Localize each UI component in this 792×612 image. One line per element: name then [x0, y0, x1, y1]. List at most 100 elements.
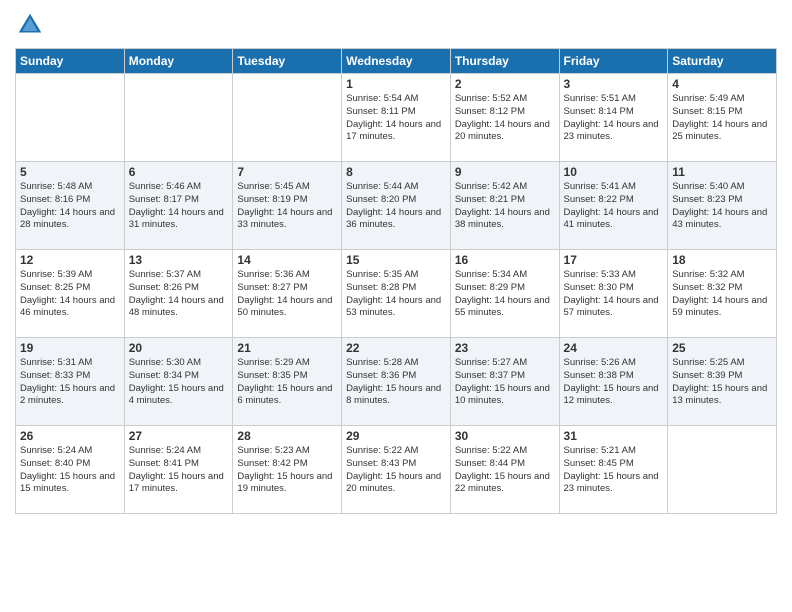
day-cell	[16, 74, 125, 162]
day-cell: 22 Sunrise: 5:28 AM Sunset: 8:36 PM Dayli…	[342, 338, 451, 426]
page: SundayMondayTuesdayWednesdayThursdayFrid…	[0, 0, 792, 612]
day-number: 21	[237, 341, 337, 355]
day-info: Sunrise: 5:32 AM Sunset: 8:32 PM Dayligh…	[672, 269, 772, 320]
day-info: Sunrise: 5:27 AM Sunset: 8:37 PM Dayligh…	[455, 357, 555, 408]
day-cell: 20 Sunrise: 5:30 AM Sunset: 8:34 PM Dayli…	[124, 338, 233, 426]
day-info: Sunrise: 5:48 AM Sunset: 8:16 PM Dayligh…	[20, 181, 120, 232]
day-cell	[233, 74, 342, 162]
day-info: Sunrise: 5:26 AM Sunset: 8:38 PM Dayligh…	[564, 357, 664, 408]
day-number: 5	[20, 165, 120, 179]
day-cell: 28 Sunrise: 5:23 AM Sunset: 8:42 PM Dayli…	[233, 426, 342, 514]
day-number: 6	[129, 165, 229, 179]
day-cell	[124, 74, 233, 162]
day-info: Sunrise: 5:39 AM Sunset: 8:25 PM Dayligh…	[20, 269, 120, 320]
day-info: Sunrise: 5:49 AM Sunset: 8:15 PM Dayligh…	[672, 93, 772, 144]
day-info: Sunrise: 5:24 AM Sunset: 8:40 PM Dayligh…	[20, 445, 120, 496]
day-cell: 9Sunrise: 5:42 AM Sunset: 8:21 PM Daylig…	[450, 162, 559, 250]
day-info: Sunrise: 5:45 AM Sunset: 8:19 PM Dayligh…	[237, 181, 337, 232]
day-info: Sunrise: 5:24 AM Sunset: 8:41 PM Dayligh…	[129, 445, 229, 496]
day-number: 31	[564, 429, 664, 443]
weekday-header-thursday: Thursday	[450, 49, 559, 74]
day-number: 30	[455, 429, 555, 443]
day-number: 27	[129, 429, 229, 443]
day-cell: 6 Sunrise: 5:46 AM Sunset: 8:17 PM Daylig…	[124, 162, 233, 250]
logo-icon	[15, 10, 45, 40]
day-number: 11	[672, 165, 772, 179]
day-info: Sunrise: 5:37 AM Sunset: 8:26 PM Dayligh…	[129, 269, 229, 320]
day-info: Sunrise: 5:40 AM Sunset: 8:23 PM Dayligh…	[672, 181, 772, 232]
day-cell: 30 Sunrise: 5:22 AM Sunset: 8:44 PM Dayli…	[450, 426, 559, 514]
logo	[15, 10, 49, 40]
day-number: 10	[564, 165, 664, 179]
day-number: 22	[346, 341, 446, 355]
day-cell: 24 Sunrise: 5:26 AM Sunset: 8:38 PM Dayli…	[559, 338, 668, 426]
day-info: Sunrise: 5:44 AM Sunset: 8:20 PM Dayligh…	[346, 181, 446, 232]
week-row-2: 5 Sunrise: 5:48 AM Sunset: 8:16 PM Daylig…	[16, 162, 777, 250]
weekday-header-monday: Monday	[124, 49, 233, 74]
day-number: 14	[237, 253, 337, 267]
day-cell: 31 Sunrise: 5:21 AM Sunset: 8:45 PM Dayli…	[559, 426, 668, 514]
day-info: Sunrise: 5:54 AM Sunset: 8:11 PM Dayligh…	[346, 93, 446, 144]
day-info: Sunrise: 5:30 AM Sunset: 8:34 PM Dayligh…	[129, 357, 229, 408]
calendar: SundayMondayTuesdayWednesdayThursdayFrid…	[15, 48, 777, 514]
day-cell: 1 Sunrise: 5:54 AM Sunset: 8:11 PM Daylig…	[342, 74, 451, 162]
day-info: Sunrise: 5:52 AM Sunset: 8:12 PM Dayligh…	[455, 93, 555, 144]
day-number: 1	[346, 77, 446, 91]
day-cell: 21 Sunrise: 5:29 AM Sunset: 8:35 PM Dayli…	[233, 338, 342, 426]
day-cell: 2 Sunrise: 5:52 AM Sunset: 8:12 PM Daylig…	[450, 74, 559, 162]
week-row-4: 19 Sunrise: 5:31 AM Sunset: 8:33 PM Dayli…	[16, 338, 777, 426]
day-cell: 17 Sunrise: 5:33 AM Sunset: 8:30 PM Dayli…	[559, 250, 668, 338]
day-cell: 12 Sunrise: 5:39 AM Sunset: 8:25 PM Dayli…	[16, 250, 125, 338]
day-number: 17	[564, 253, 664, 267]
day-cell: 25Sunrise: 5:25 AM Sunset: 8:39 PM Dayli…	[668, 338, 777, 426]
day-number: 26	[20, 429, 120, 443]
day-number: 7	[237, 165, 337, 179]
day-cell: 26 Sunrise: 5:24 AM Sunset: 8:40 PM Dayli…	[16, 426, 125, 514]
day-number: 29	[346, 429, 446, 443]
day-info: Sunrise: 5:35 AM Sunset: 8:28 PM Dayligh…	[346, 269, 446, 320]
day-info: Sunrise: 5:21 AM Sunset: 8:45 PM Dayligh…	[564, 445, 664, 496]
day-info: Sunrise: 5:36 AM Sunset: 8:27 PM Dayligh…	[237, 269, 337, 320]
day-info: Sunrise: 5:31 AM Sunset: 8:33 PM Dayligh…	[20, 357, 120, 408]
day-cell: 3Sunrise: 5:51 AM Sunset: 8:14 PM Daylig…	[559, 74, 668, 162]
day-number: 15	[346, 253, 446, 267]
day-cell: 15 Sunrise: 5:35 AM Sunset: 8:28 PM Dayli…	[342, 250, 451, 338]
day-number: 13	[129, 253, 229, 267]
day-info: Sunrise: 5:22 AM Sunset: 8:43 PM Dayligh…	[346, 445, 446, 496]
day-cell: 7 Sunrise: 5:45 AM Sunset: 8:19 PM Daylig…	[233, 162, 342, 250]
day-cell: 5 Sunrise: 5:48 AM Sunset: 8:16 PM Daylig…	[16, 162, 125, 250]
header	[15, 10, 777, 40]
day-cell: 18 Sunrise: 5:32 AM Sunset: 8:32 PM Dayli…	[668, 250, 777, 338]
day-cell: 14 Sunrise: 5:36 AM Sunset: 8:27 PM Dayli…	[233, 250, 342, 338]
day-number: 19	[20, 341, 120, 355]
day-number: 24	[564, 341, 664, 355]
day-number: 9	[455, 165, 555, 179]
day-number: 12	[20, 253, 120, 267]
day-number: 20	[129, 341, 229, 355]
weekday-header-saturday: Saturday	[668, 49, 777, 74]
day-number: 28	[237, 429, 337, 443]
day-cell	[668, 426, 777, 514]
day-info: Sunrise: 5:41 AM Sunset: 8:22 PM Dayligh…	[564, 181, 664, 232]
weekday-header-tuesday: Tuesday	[233, 49, 342, 74]
day-cell: 16Sunrise: 5:34 AM Sunset: 8:29 PM Dayli…	[450, 250, 559, 338]
day-info: Sunrise: 5:46 AM Sunset: 8:17 PM Dayligh…	[129, 181, 229, 232]
day-number: 18	[672, 253, 772, 267]
day-cell: 8 Sunrise: 5:44 AM Sunset: 8:20 PM Daylig…	[342, 162, 451, 250]
day-cell: 10 Sunrise: 5:41 AM Sunset: 8:22 PM Dayli…	[559, 162, 668, 250]
day-info: Sunrise: 5:29 AM Sunset: 8:35 PM Dayligh…	[237, 357, 337, 408]
day-number: 2	[455, 77, 555, 91]
day-cell: 23Sunrise: 5:27 AM Sunset: 8:37 PM Dayli…	[450, 338, 559, 426]
weekday-header-sunday: Sunday	[16, 49, 125, 74]
weekday-header-row: SundayMondayTuesdayWednesdayThursdayFrid…	[16, 49, 777, 74]
weekday-header-friday: Friday	[559, 49, 668, 74]
day-number: 8	[346, 165, 446, 179]
day-info: Sunrise: 5:23 AM Sunset: 8:42 PM Dayligh…	[237, 445, 337, 496]
week-row-3: 12 Sunrise: 5:39 AM Sunset: 8:25 PM Dayli…	[16, 250, 777, 338]
day-info: Sunrise: 5:33 AM Sunset: 8:30 PM Dayligh…	[564, 269, 664, 320]
day-cell: 29 Sunrise: 5:22 AM Sunset: 8:43 PM Dayli…	[342, 426, 451, 514]
day-number: 3	[564, 77, 664, 91]
day-cell: 27 Sunrise: 5:24 AM Sunset: 8:41 PM Dayli…	[124, 426, 233, 514]
day-info: Sunrise: 5:22 AM Sunset: 8:44 PM Dayligh…	[455, 445, 555, 496]
day-info: Sunrise: 5:28 AM Sunset: 8:36 PM Dayligh…	[346, 357, 446, 408]
